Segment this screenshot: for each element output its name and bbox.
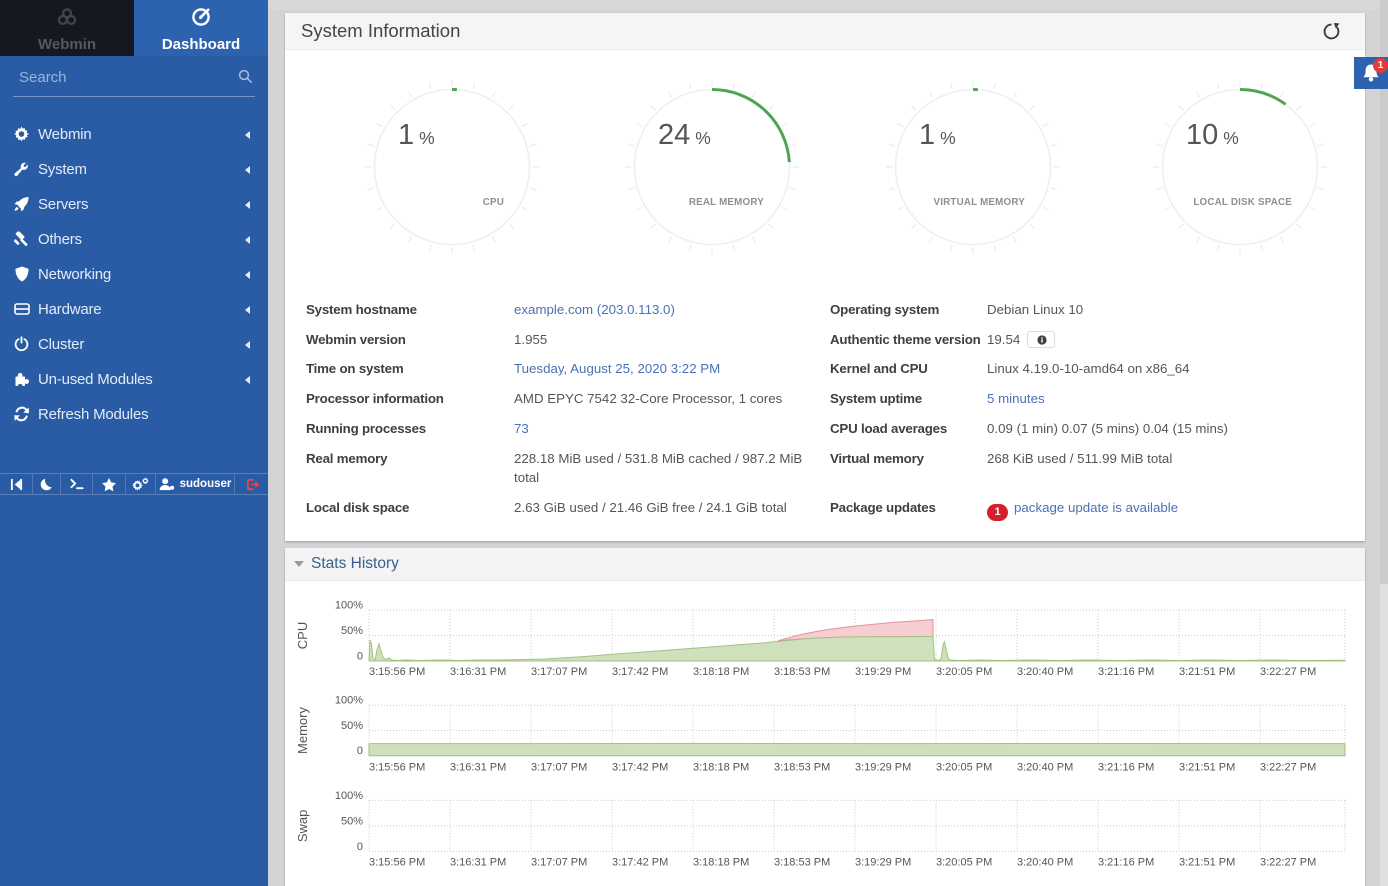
svg-text:3:20:05 PM: 3:20:05 PM	[936, 857, 992, 869]
svg-text:Memory: Memory	[295, 707, 310, 754]
svg-text:3:18:53 PM: 3:18:53 PM	[774, 666, 830, 678]
svg-text:3:19:29 PM: 3:19:29 PM	[855, 761, 911, 773]
svg-text:LOCAL DISK SPACE: LOCAL DISK SPACE	[1193, 197, 1292, 208]
svg-text:3:18:18 PM: 3:18:18 PM	[693, 857, 749, 869]
svg-text:50%: 50%	[341, 815, 363, 827]
svg-text:3:15:56 PM: 3:15:56 PM	[369, 761, 425, 773]
svg-text:1%: 1%	[919, 119, 956, 151]
svg-text:24%: 24%	[658, 119, 711, 151]
svg-text:0: 0	[357, 841, 363, 853]
svg-text:0: 0	[357, 651, 363, 663]
svg-text:3:19:29 PM: 3:19:29 PM	[855, 857, 911, 869]
svg-text:100%: 100%	[335, 790, 363, 802]
svg-text:1%: 1%	[398, 119, 435, 151]
svg-text:3:17:42 PM: 3:17:42 PM	[612, 666, 668, 678]
svg-text:3:20:40 PM: 3:20:40 PM	[1017, 857, 1073, 869]
svg-text:3:16:31 PM: 3:16:31 PM	[450, 761, 506, 773]
svg-text:3:20:05 PM: 3:20:05 PM	[936, 666, 992, 678]
svg-text:3:15:56 PM: 3:15:56 PM	[369, 666, 425, 678]
svg-text:Swap: Swap	[295, 810, 310, 843]
svg-text:REAL MEMORY: REAL MEMORY	[689, 197, 764, 208]
svg-text:3:21:16 PM: 3:21:16 PM	[1098, 857, 1154, 869]
svg-text:3:15:56 PM: 3:15:56 PM	[369, 857, 425, 869]
svg-text:CPU: CPU	[295, 622, 310, 649]
svg-text:3:17:07 PM: 3:17:07 PM	[531, 857, 587, 869]
svg-text:3:17:07 PM: 3:17:07 PM	[531, 666, 587, 678]
svg-text:0: 0	[357, 745, 363, 757]
svg-text:3:18:18 PM: 3:18:18 PM	[693, 666, 749, 678]
svg-text:3:20:40 PM: 3:20:40 PM	[1017, 761, 1073, 773]
svg-text:3:17:42 PM: 3:17:42 PM	[612, 857, 668, 869]
svg-text:100%: 100%	[335, 695, 363, 707]
svg-text:3:19:29 PM: 3:19:29 PM	[855, 666, 911, 678]
svg-text:3:17:07 PM: 3:17:07 PM	[531, 761, 587, 773]
svg-text:VIRTUAL MEMORY: VIRTUAL MEMORY	[933, 197, 1025, 208]
svg-text:3:21:51 PM: 3:21:51 PM	[1179, 761, 1235, 773]
svg-text:3:20:05 PM: 3:20:05 PM	[936, 761, 992, 773]
svg-text:3:17:42 PM: 3:17:42 PM	[612, 761, 668, 773]
svg-text:3:18:53 PM: 3:18:53 PM	[774, 857, 830, 869]
svg-text:3:16:31 PM: 3:16:31 PM	[450, 666, 506, 678]
svg-text:3:21:16 PM: 3:21:16 PM	[1098, 761, 1154, 773]
svg-text:10%: 10%	[1186, 119, 1239, 151]
svg-text:3:20:40 PM: 3:20:40 PM	[1017, 666, 1073, 678]
svg-text:3:21:51 PM: 3:21:51 PM	[1179, 666, 1235, 678]
svg-text:3:16:31 PM: 3:16:31 PM	[450, 857, 506, 869]
svg-text:3:18:53 PM: 3:18:53 PM	[774, 761, 830, 773]
svg-text:100%: 100%	[335, 600, 363, 612]
svg-text:CPU: CPU	[483, 197, 504, 208]
svg-text:50%: 50%	[341, 720, 363, 732]
svg-text:3:22:27 PM: 3:22:27 PM	[1260, 857, 1316, 869]
svg-text:50%: 50%	[341, 625, 363, 637]
svg-text:3:21:16 PM: 3:21:16 PM	[1098, 666, 1154, 678]
svg-text:3:22:27 PM: 3:22:27 PM	[1260, 761, 1316, 773]
svg-text:3:22:27 PM: 3:22:27 PM	[1260, 666, 1316, 678]
svg-text:3:21:51 PM: 3:21:51 PM	[1179, 857, 1235, 869]
svg-text:3:18:18 PM: 3:18:18 PM	[693, 761, 749, 773]
